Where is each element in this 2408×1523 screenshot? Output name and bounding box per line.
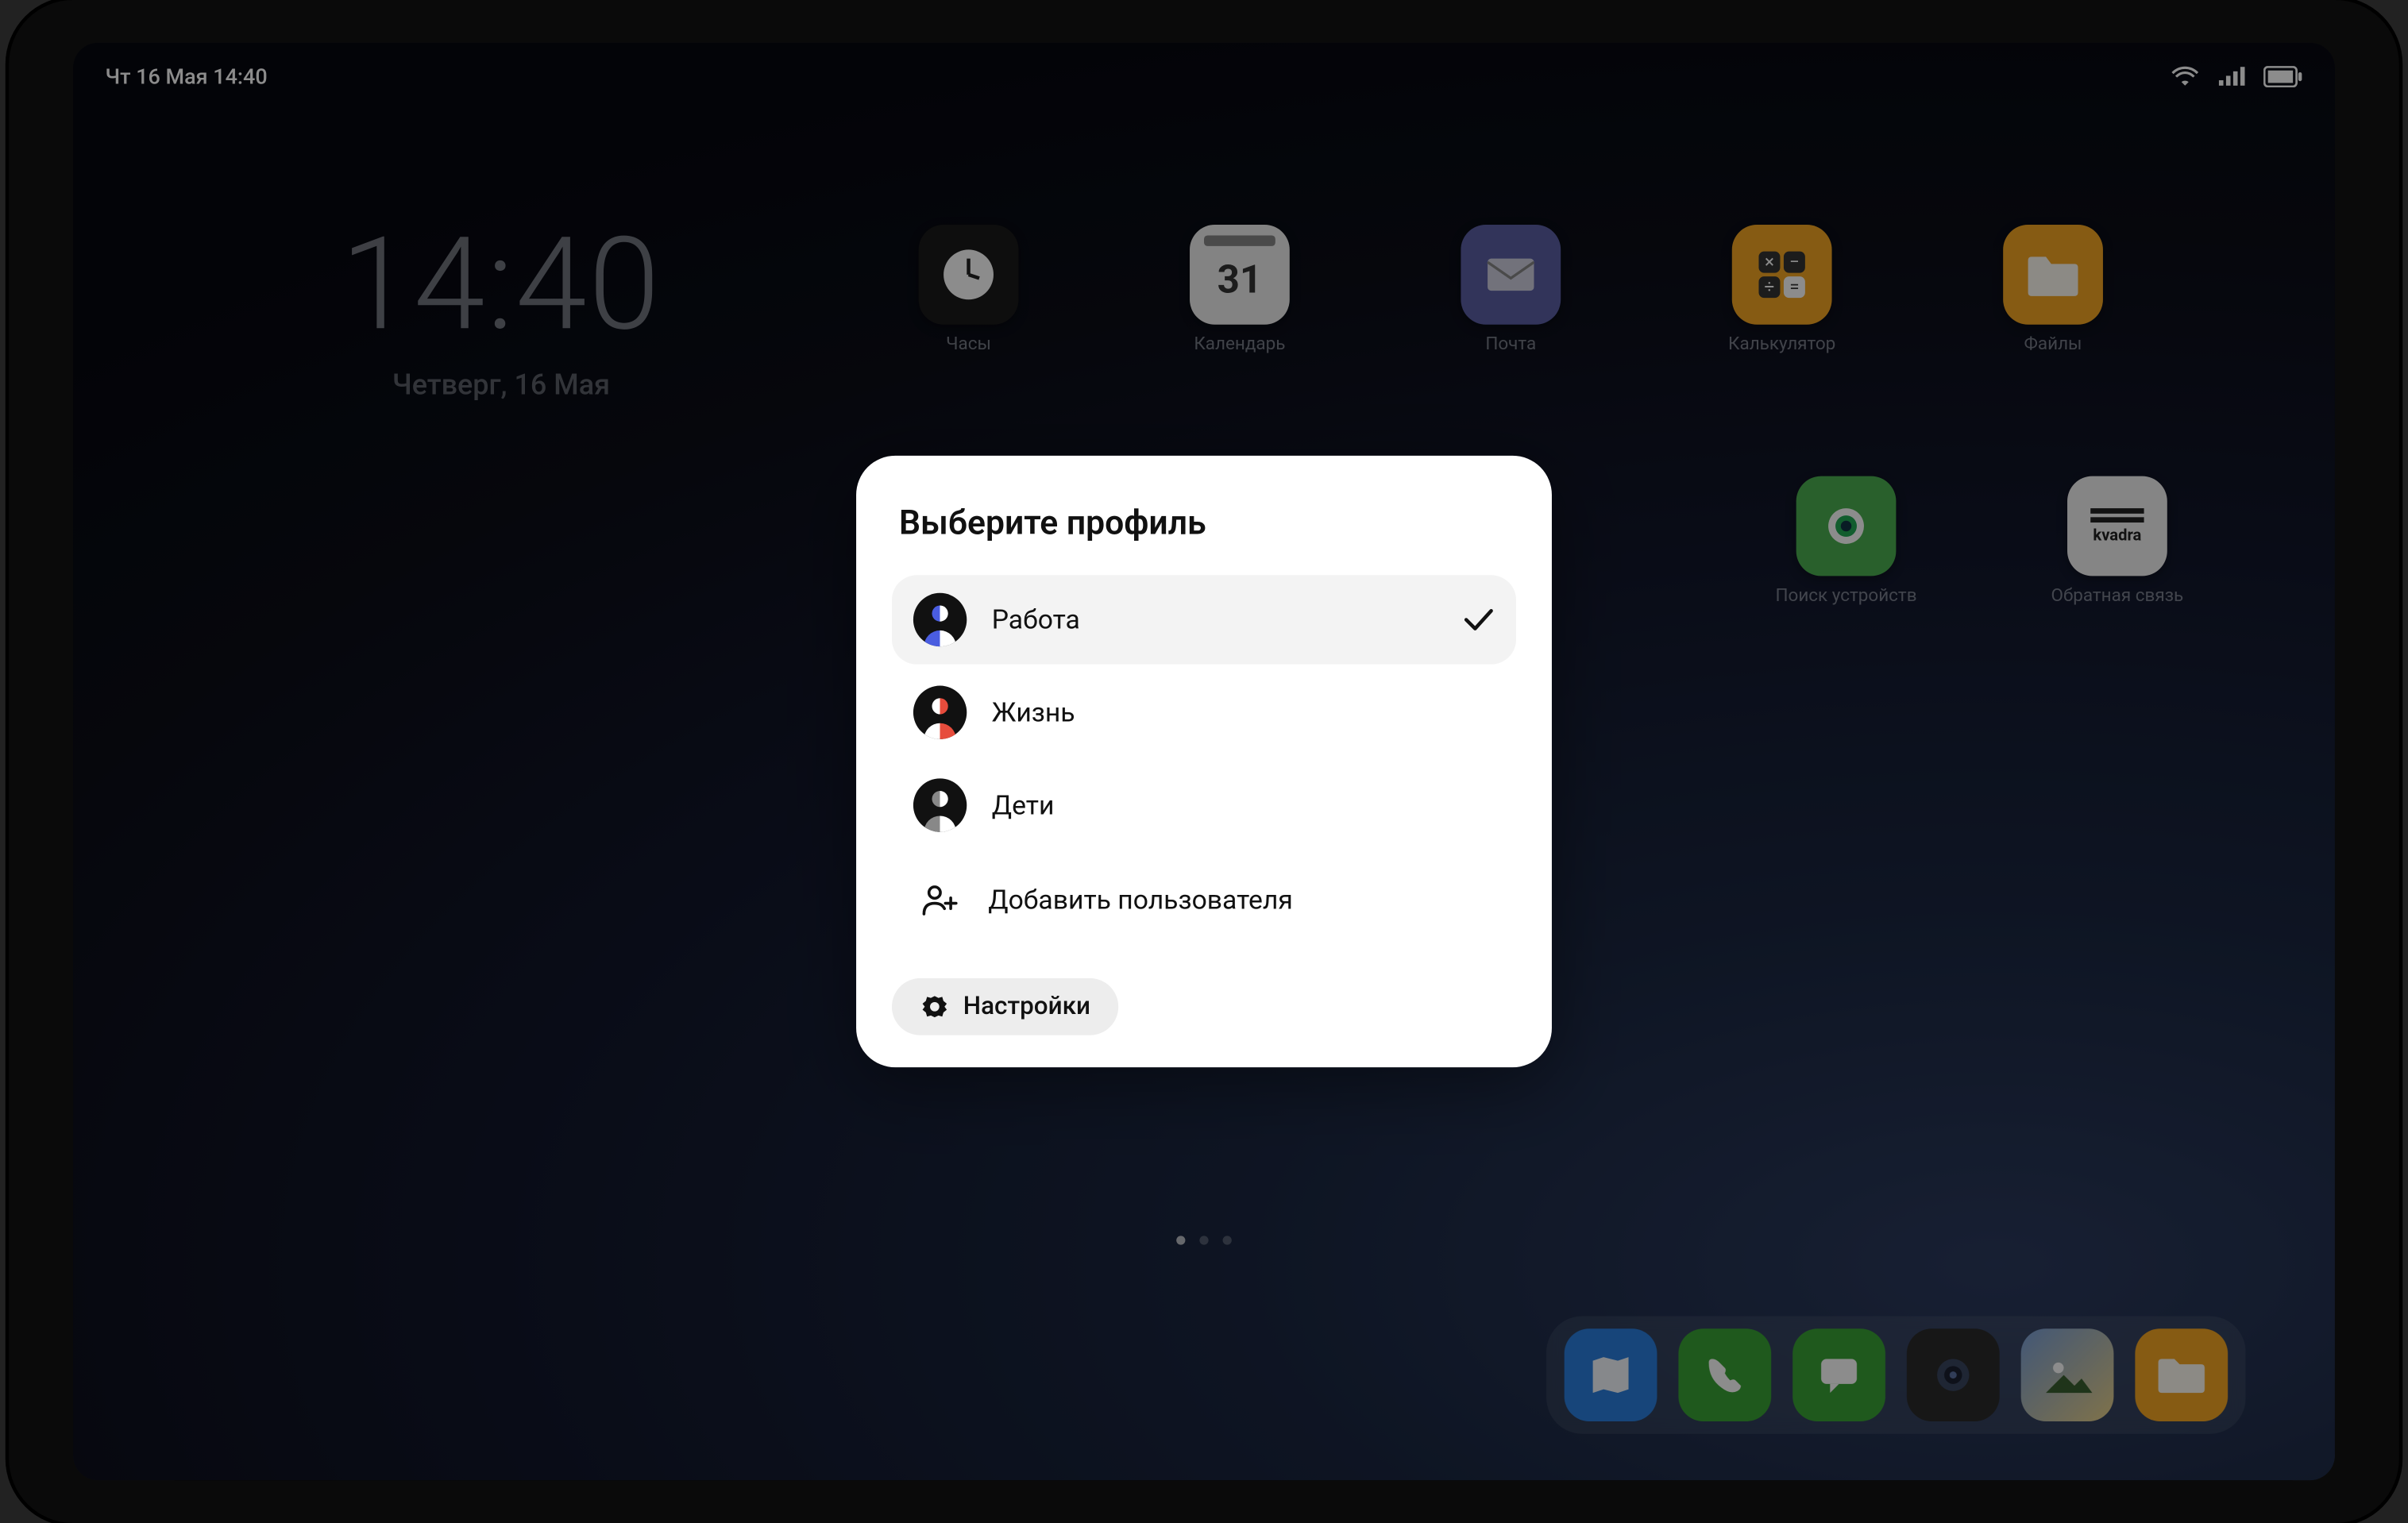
clock-widget: 14:40 Четверг, 16 Мая xyxy=(341,221,662,401)
dock-messages[interactable] xyxy=(1792,1328,1885,1421)
profile-label: Дети xyxy=(992,789,1495,821)
avatar-icon xyxy=(913,686,967,739)
mail-icon xyxy=(1461,225,1561,325)
svg-text:×: × xyxy=(1765,252,1774,272)
dock-maps[interactable] xyxy=(1565,1328,1657,1421)
avatar-icon xyxy=(913,593,967,646)
calendar-icon: 31 xyxy=(1190,225,1290,325)
app-label: Почта xyxy=(1485,335,1536,355)
page-dot xyxy=(1176,1236,1185,1244)
dock-camera[interactable] xyxy=(1907,1328,2000,1421)
battery-icon xyxy=(2263,66,2302,87)
gear-icon xyxy=(920,993,949,1021)
modal-title: Выберите профиль xyxy=(892,502,1516,543)
status-datetime: Чт 16 Мая 14:40 xyxy=(106,64,268,89)
svg-text:=: = xyxy=(1789,276,1799,297)
calculator-icon: ×−÷ = xyxy=(1732,225,1832,325)
profile-item-kids[interactable]: Дети xyxy=(892,761,1516,850)
clock-icon xyxy=(919,225,1019,325)
app-calendar[interactable]: 31 Календарь xyxy=(1183,225,1297,355)
svg-text:÷: ÷ xyxy=(1765,276,1775,297)
wifi-icon xyxy=(2171,66,2199,87)
page-dot xyxy=(1223,1236,1232,1244)
app-label: Файлы xyxy=(2024,335,2082,355)
kvadra-icon: kvadra xyxy=(2067,476,2167,576)
status-bar: Чт 16 Мая 14:40 xyxy=(73,43,2335,110)
profile-label: Работа xyxy=(992,603,1437,635)
dock-files[interactable] xyxy=(2135,1328,2228,1421)
screen: Чт 16 Мая 14:40 14:40 Четверг, 16 Мая xyxy=(73,43,2335,1480)
app-label: Часы xyxy=(946,335,991,355)
app-mail[interactable]: Почта xyxy=(1453,225,1568,355)
page-dot xyxy=(1199,1236,1208,1244)
app-label: Обратная связь xyxy=(2051,587,2184,607)
files-icon xyxy=(2003,225,2103,325)
app-row-1: Часы 31 Календарь Почта ×−÷ = xyxy=(912,225,2175,355)
app-device-search[interactable]: Поиск устройств xyxy=(1789,476,1904,607)
clock-time: 14:40 xyxy=(341,221,662,349)
dock-gallery[interactable] xyxy=(2021,1328,2114,1421)
add-user-button[interactable]: Добавить пользователя xyxy=(892,861,1516,932)
tablet-frame: Чт 16 Мая 14:40 14:40 Четверг, 16 Мая xyxy=(9,0,2399,1523)
clock-date: Четверг, 16 Мая xyxy=(341,368,662,402)
add-user-label: Добавить пользователя xyxy=(988,884,1293,916)
search-icon xyxy=(1796,476,1897,576)
signal-icon xyxy=(2217,66,2246,87)
status-right xyxy=(2171,66,2302,87)
app-calculator[interactable]: ×−÷ = Калькулятор xyxy=(1725,225,1839,355)
app-label: Поиск устройств xyxy=(1775,587,1916,607)
avatar-icon xyxy=(913,778,967,831)
profile-item-work[interactable]: Работа xyxy=(892,575,1516,664)
profile-picker-modal: Выберите профиль Работа Жизнь xyxy=(856,456,1552,1067)
settings-label: Настройки xyxy=(963,993,1090,1021)
profile-label: Жизнь xyxy=(992,696,1495,728)
dock-phone[interactable] xyxy=(1678,1328,1771,1421)
page-indicator xyxy=(1176,1236,1232,1244)
settings-button[interactable]: Настройки xyxy=(892,978,1119,1035)
add-user-icon xyxy=(917,882,963,918)
dock xyxy=(1546,1316,2245,1433)
check-icon xyxy=(1463,607,1495,632)
app-feedback[interactable]: kvadra Обратная связь xyxy=(2060,476,2175,607)
app-label: Калькулятор xyxy=(1728,335,1835,355)
app-files[interactable]: Файлы xyxy=(1996,225,2110,355)
profile-item-life[interactable]: Жизнь xyxy=(892,668,1516,757)
app-label: Календарь xyxy=(1194,335,1285,355)
app-clock[interactable]: Часы xyxy=(912,225,1026,355)
svg-text:−: − xyxy=(1789,252,1800,272)
